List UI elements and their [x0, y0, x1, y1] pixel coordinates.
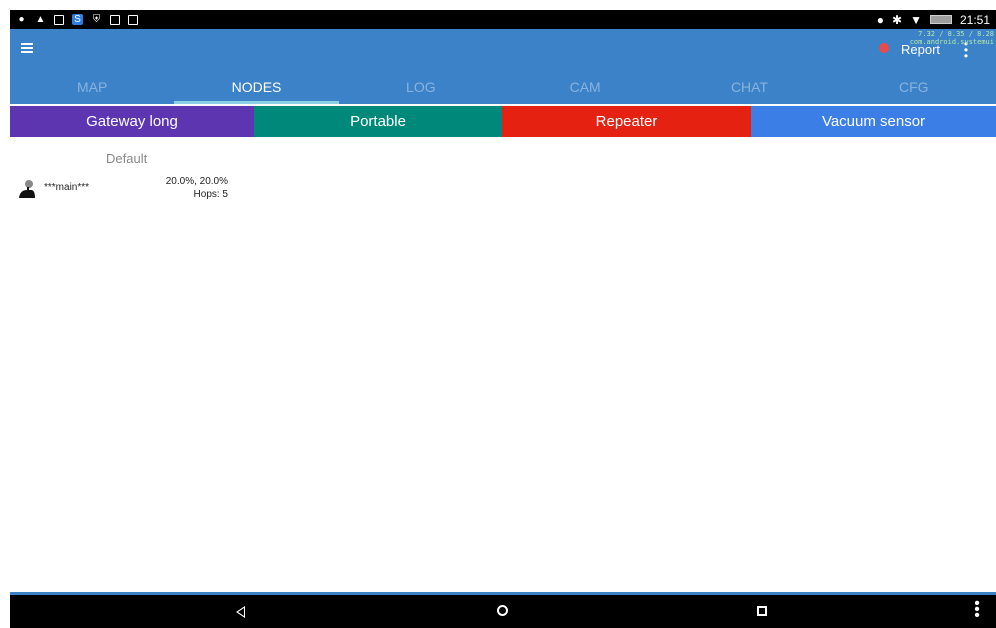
- tab-nodes[interactable]: NODES: [174, 70, 339, 104]
- person-icon: [19, 180, 35, 198]
- tablet-icon: [110, 14, 120, 25]
- tab-map[interactable]: MAP: [10, 70, 174, 104]
- category-portable[interactable]: Portable: [254, 106, 502, 137]
- back-icon[interactable]: [236, 606, 245, 618]
- node-name: ***main***: [44, 182, 90, 193]
- alert-icon: ▲: [35, 14, 46, 25]
- debug-line: 7.32 / 8.35 / 8.28: [918, 30, 994, 38]
- category-repeater[interactable]: Repeater: [502, 106, 751, 137]
- tab-chat[interactable]: CHAT: [667, 70, 831, 104]
- group-header: Default: [106, 151, 148, 166]
- shield-icon: ⛨: [92, 14, 101, 25]
- image-icon: [54, 14, 64, 25]
- debug-line: com.android.systemui: [909, 38, 994, 46]
- notification-icons: ● ▲ S ⛨: [10, 14, 138, 25]
- home-icon[interactable]: [497, 605, 508, 616]
- navigation-bar: • • •: [10, 595, 996, 628]
- mail-icon: [128, 14, 138, 25]
- tab-cfg[interactable]: CFG: [832, 70, 996, 104]
- menu-icon[interactable]: [21, 43, 33, 53]
- location-icon: ●: [876, 12, 885, 27]
- tab-log[interactable]: LOG: [339, 70, 503, 104]
- node-signal: 20.0%, 20.0%: [165, 176, 228, 187]
- system-icons: ● ✱ ▼ 21:51: [877, 13, 996, 27]
- debug-overlay: 7.32 / 8.35 / 8.28 com.android.systemui: [910, 30, 994, 46]
- category-vacuum-sensor[interactable]: Vacuum sensor: [751, 106, 996, 137]
- clock: 21:51: [959, 12, 990, 27]
- sync-icon: S: [72, 14, 83, 25]
- location-icon: ●: [18, 14, 25, 25]
- report-status-icon[interactable]: [879, 43, 889, 53]
- node-hops: Hops: 5: [193, 189, 228, 200]
- recents-icon[interactable]: [757, 606, 767, 616]
- category-filter-bar: Gateway long Portable Repeater Vacuum se…: [10, 106, 996, 137]
- category-gateway-long[interactable]: Gateway long: [10, 106, 254, 137]
- tab-bar: MAP NODES LOG CAM CHAT CFG: [10, 70, 996, 104]
- node-list-item[interactable]: ***main*** 20.0%, 20.0% Hops: 5: [14, 176, 234, 204]
- status-bar: ● ▲ S ⛨ ● ✱ ▼ 21:51: [10, 10, 996, 29]
- tab-cam[interactable]: CAM: [503, 70, 667, 104]
- app-bar: Report • • • 7.32 / 8.35 / 8.28 com.androi…: [10, 29, 996, 70]
- battery-icon: [929, 15, 952, 24]
- overflow-icon[interactable]: • • •: [972, 596, 982, 624]
- bluetooth-icon: ✱: [892, 12, 903, 27]
- wifi-icon: ▼: [910, 12, 922, 27]
